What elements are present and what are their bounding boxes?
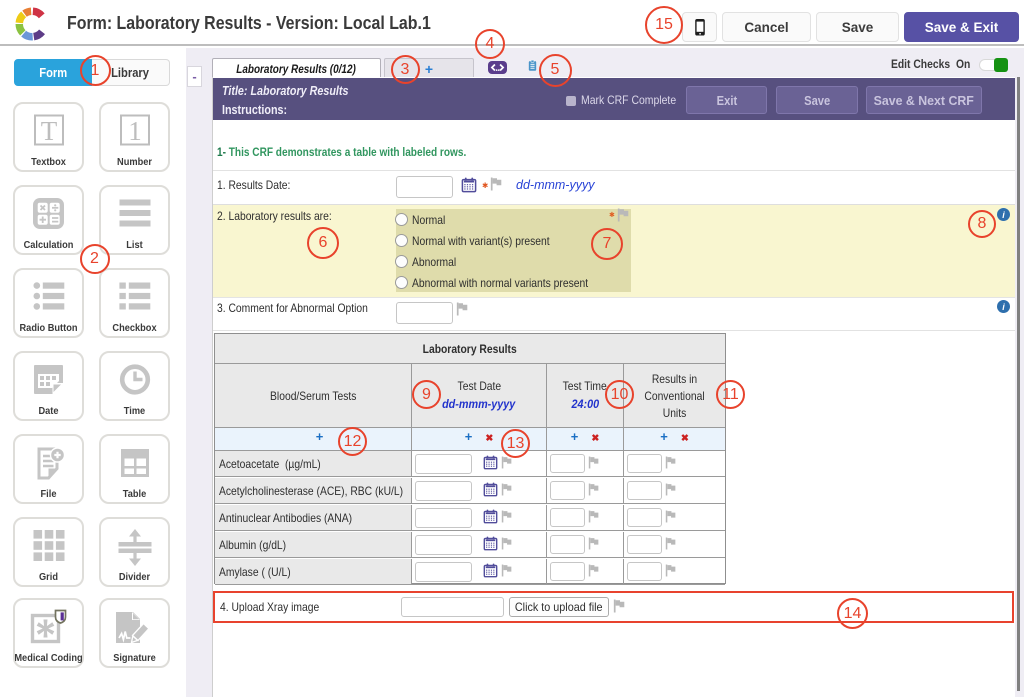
svg-text:T: T: [40, 116, 57, 146]
svg-text:1: 1: [128, 116, 142, 146]
